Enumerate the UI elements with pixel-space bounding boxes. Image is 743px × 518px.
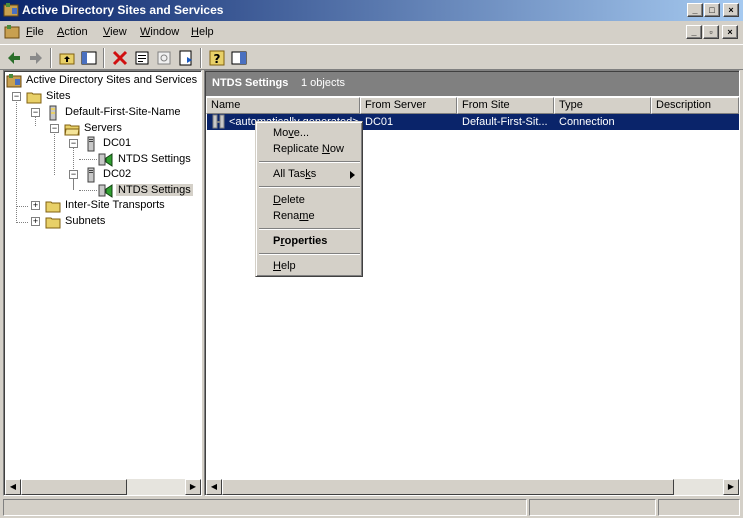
menu-window[interactable]: Window bbox=[140, 26, 179, 38]
column-header-from-server[interactable]: From Server bbox=[360, 97, 457, 114]
column-header-from-site[interactable]: From Site bbox=[457, 97, 554, 114]
forward-arrow-icon[interactable] bbox=[26, 48, 46, 68]
scroll-left-button[interactable]: ◀ bbox=[5, 479, 21, 495]
scroll-right-button[interactable]: ▶ bbox=[185, 479, 201, 495]
menu-help[interactable]: Help bbox=[191, 26, 214, 38]
submenu-arrow-icon bbox=[350, 171, 355, 179]
scroll-left-button[interactable]: ◀ bbox=[206, 479, 222, 495]
cell-from-site: Default-First-Sit... bbox=[462, 116, 548, 128]
status-bar-main bbox=[3, 499, 527, 516]
connection-icon bbox=[212, 114, 225, 129]
menu-item-rename[interactable]: Rename bbox=[273, 210, 315, 222]
tree-label: Default-First-Site-Name bbox=[65, 106, 181, 118]
collapse-toggle[interactable]: − bbox=[50, 124, 59, 133]
folder-icon bbox=[45, 201, 61, 213]
sites-services-icon bbox=[6, 74, 22, 88]
site-icon bbox=[49, 105, 57, 121]
properties-icon[interactable] bbox=[132, 48, 152, 68]
status-bar-section-3 bbox=[658, 499, 740, 516]
mdi-restore-button[interactable]: ▫ bbox=[703, 25, 719, 39]
column-header-description[interactable]: Description bbox=[651, 97, 739, 114]
tree-label: DC02 bbox=[103, 168, 132, 180]
toolbar: ? bbox=[0, 44, 743, 70]
menu-item-move[interactable]: Move... bbox=[273, 127, 309, 139]
column-header-name[interactable]: Name bbox=[206, 97, 360, 114]
tree-label: Inter-Site Transports bbox=[65, 199, 165, 211]
back-arrow-icon[interactable] bbox=[4, 48, 24, 68]
tree-label: NTDS Settings bbox=[118, 153, 191, 165]
close-button[interactable]: × bbox=[723, 3, 739, 17]
tree-label: Subnets bbox=[65, 215, 106, 227]
refresh-icon[interactable] bbox=[154, 48, 174, 68]
menu-bar: File Action View Window Help _ ▫ × bbox=[0, 21, 743, 43]
window-title: Active Directory Sites and Services bbox=[22, 3, 224, 17]
menu-item-help[interactable]: Help bbox=[273, 260, 296, 272]
column-header-type[interactable]: Type bbox=[554, 97, 651, 114]
menu-item-properties[interactable]: Properties bbox=[273, 235, 327, 247]
server-icon bbox=[87, 136, 95, 152]
mdi-minimize-button[interactable]: _ bbox=[686, 25, 702, 39]
collapse-toggle[interactable]: − bbox=[69, 139, 78, 148]
result-horizontal-scrollbar[interactable]: ◀ ▶ bbox=[206, 479, 739, 495]
cell-from-server: DC01 bbox=[365, 116, 394, 128]
show-hide-tree-icon[interactable] bbox=[79, 48, 99, 68]
export-list-icon[interactable] bbox=[176, 48, 196, 68]
title-bar[interactable]: Active Directory Sites and Services _ □ … bbox=[0, 0, 743, 21]
tree-label: DC01 bbox=[103, 137, 132, 149]
collapse-toggle[interactable]: − bbox=[12, 92, 21, 101]
context-menu: Move... Replicate Now All Tasks Delete R… bbox=[255, 121, 363, 277]
menu-file[interactable]: File bbox=[26, 26, 44, 38]
scroll-thumb[interactable] bbox=[21, 479, 127, 495]
menu-item-all-tasks[interactable]: All Tasks bbox=[273, 168, 316, 180]
ntds-settings-icon bbox=[98, 153, 113, 167]
tree-label-selected: NTDS Settings bbox=[116, 184, 193, 196]
collapse-toggle[interactable]: − bbox=[69, 170, 78, 179]
maximize-button[interactable]: □ bbox=[704, 3, 720, 17]
status-bar-section-2 bbox=[529, 499, 656, 516]
mdi-close-button[interactable]: × bbox=[722, 25, 738, 39]
result-count: 1 objects bbox=[301, 77, 346, 89]
tree-horizontal-scrollbar[interactable]: ◀ ▶ bbox=[5, 479, 201, 495]
menu-item-delete[interactable]: Delete bbox=[273, 194, 305, 206]
menu-item-replicate-now[interactable]: Replicate Now bbox=[273, 143, 344, 155]
result-title: NTDS Settings bbox=[212, 77, 289, 89]
expand-toggle[interactable]: + bbox=[31, 217, 40, 226]
svg-text:?: ? bbox=[214, 52, 221, 66]
delete-icon[interactable] bbox=[110, 48, 130, 68]
tree-label: Sites bbox=[46, 90, 71, 102]
folder-open-icon bbox=[64, 124, 80, 136]
scroll-thumb[interactable] bbox=[222, 479, 674, 495]
expand-toggle[interactable]: + bbox=[31, 201, 40, 210]
folder-icon bbox=[26, 92, 42, 104]
ntds-settings-icon bbox=[98, 184, 113, 198]
result-header: NTDS Settings 1 objects bbox=[206, 72, 739, 96]
scroll-right-button[interactable]: ▶ bbox=[723, 479, 739, 495]
mdi-document-icon[interactable] bbox=[4, 24, 20, 40]
tree-label: Active Directory Sites and Services [D bbox=[26, 74, 202, 86]
minimize-button[interactable]: _ bbox=[687, 3, 703, 17]
folder-icon bbox=[45, 217, 61, 229]
menu-action[interactable]: Action bbox=[57, 26, 88, 38]
collapse-toggle[interactable]: − bbox=[31, 108, 40, 117]
console-tree[interactable]: Active Directory Sites and Services [D −… bbox=[3, 70, 202, 496]
server-icon bbox=[87, 167, 95, 183]
menu-view[interactable]: View bbox=[103, 26, 127, 38]
tree-label: Servers bbox=[84, 122, 122, 134]
cell-type: Connection bbox=[559, 116, 615, 128]
action-pane-icon[interactable] bbox=[229, 48, 249, 68]
up-folder-icon[interactable] bbox=[57, 48, 77, 68]
help-icon[interactable]: ? bbox=[207, 48, 227, 68]
sites-services-app-icon bbox=[3, 3, 19, 17]
